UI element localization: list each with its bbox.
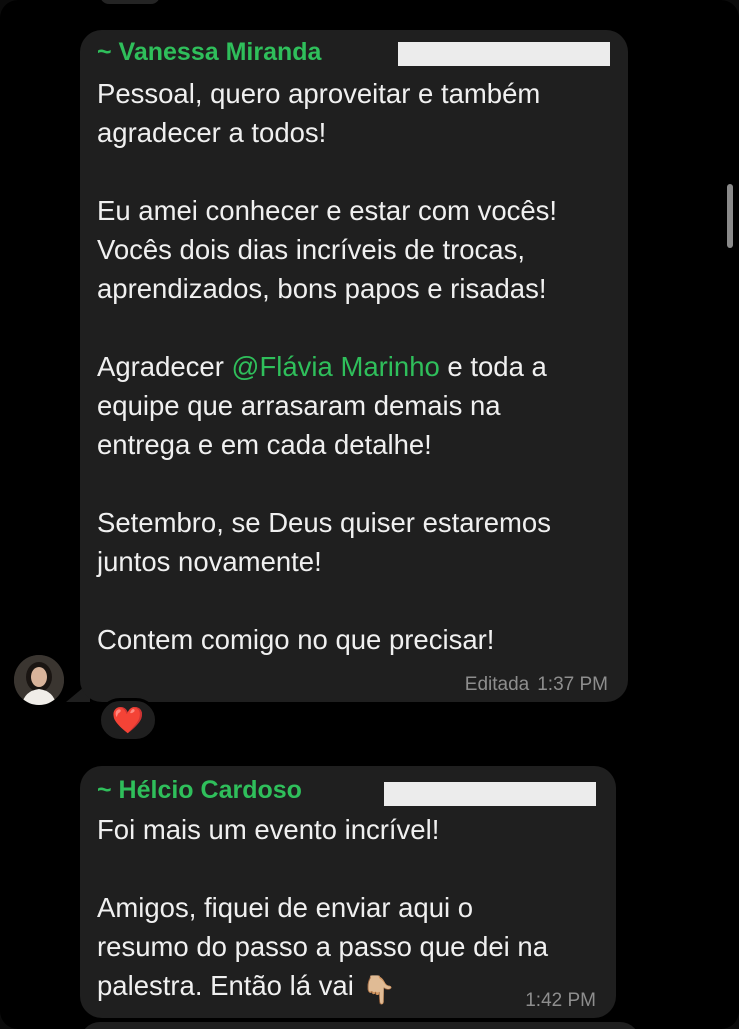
- mention-link[interactable]: @Flávia Marinho: [232, 351, 440, 382]
- sender-name[interactable]: ~ Vanessa Miranda: [97, 38, 321, 67]
- next-message-edge: [80, 1022, 640, 1029]
- message-time: 1:37 PM: [537, 674, 608, 695]
- chat-view: ~ Vanessa Miranda Pessoal, quero aprovei…: [0, 0, 739, 1029]
- message-time: 1:42 PM: [525, 990, 596, 1011]
- message-bubble-vanessa[interactable]: ~ Vanessa Miranda Pessoal, quero aprovei…: [80, 30, 628, 702]
- message-meta: 1:42 PM: [517, 990, 596, 1012]
- avatar-photo: [14, 655, 64, 705]
- redacted-phone-number: [398, 42, 610, 66]
- message-text-part: Pessoal, quero aproveitar e também agrad…: [97, 78, 558, 382]
- sender-name[interactable]: ~ Hélcio Cardoso: [97, 776, 302, 805]
- heart-icon: ❤️: [111, 704, 145, 735]
- pointing-down-emoji: 👇🏼: [361, 974, 397, 1005]
- message-text-part: e toda a equipe que arrasaram demais na …: [97, 351, 551, 655]
- previous-message-edge: [100, 0, 160, 4]
- message-meta: Editada 1:37 PM: [457, 674, 608, 696]
- message-text: Pessoal, quero aproveitar e também agrad…: [97, 74, 617, 659]
- avatar[interactable]: [14, 655, 64, 705]
- message-text: Foi mais um evento incrível! Amigos, fiq…: [97, 810, 602, 1009]
- message-text-part: Foi mais um evento incrível! Amigos, fiq…: [97, 814, 548, 1001]
- redacted-phone-number: [384, 782, 596, 806]
- edited-label: Editada: [464, 674, 530, 695]
- scrollbar-thumb[interactable]: [727, 184, 733, 248]
- message-bubble-helcio[interactable]: ~ Hélcio Cardoso Foi mais um evento incr…: [80, 766, 616, 1018]
- reaction-badge[interactable]: ❤️: [98, 698, 158, 742]
